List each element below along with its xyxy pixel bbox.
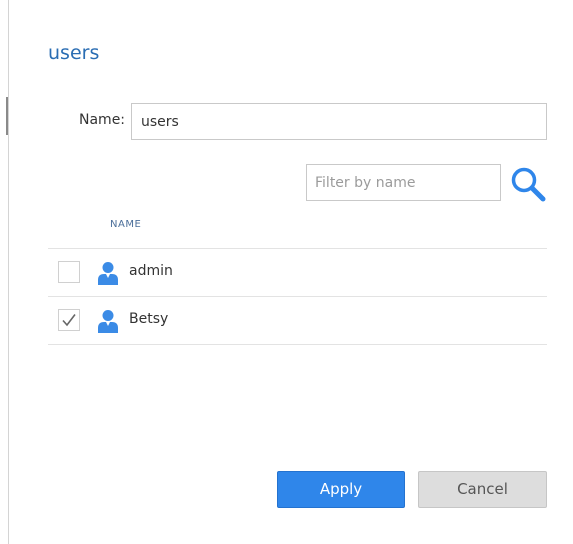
user-list: admin Betsy (48, 248, 547, 345)
user-icon (98, 310, 118, 333)
row-checkbox[interactable] (58, 309, 80, 331)
list-item-label: Betsy (129, 311, 169, 327)
window-edge (0, 0, 9, 544)
name-label: Name: (79, 112, 126, 128)
filter-input[interactable] (306, 164, 501, 201)
list-item[interactable]: Betsy (48, 297, 547, 345)
cancel-button[interactable]: Cancel (418, 471, 547, 508)
column-header-name: NAME (110, 219, 142, 230)
user-icon (98, 262, 118, 285)
checkmark-icon (62, 314, 76, 327)
list-item[interactable]: admin (48, 249, 547, 297)
dialog-title: users (48, 42, 100, 64)
apply-button[interactable]: Apply (277, 471, 405, 508)
search-button[interactable] (507, 162, 549, 204)
row-checkbox[interactable] (58, 261, 80, 283)
scroll-marker (6, 97, 8, 135)
name-input[interactable] (131, 103, 547, 140)
list-item-label: admin (129, 263, 173, 279)
search-icon (511, 167, 546, 202)
